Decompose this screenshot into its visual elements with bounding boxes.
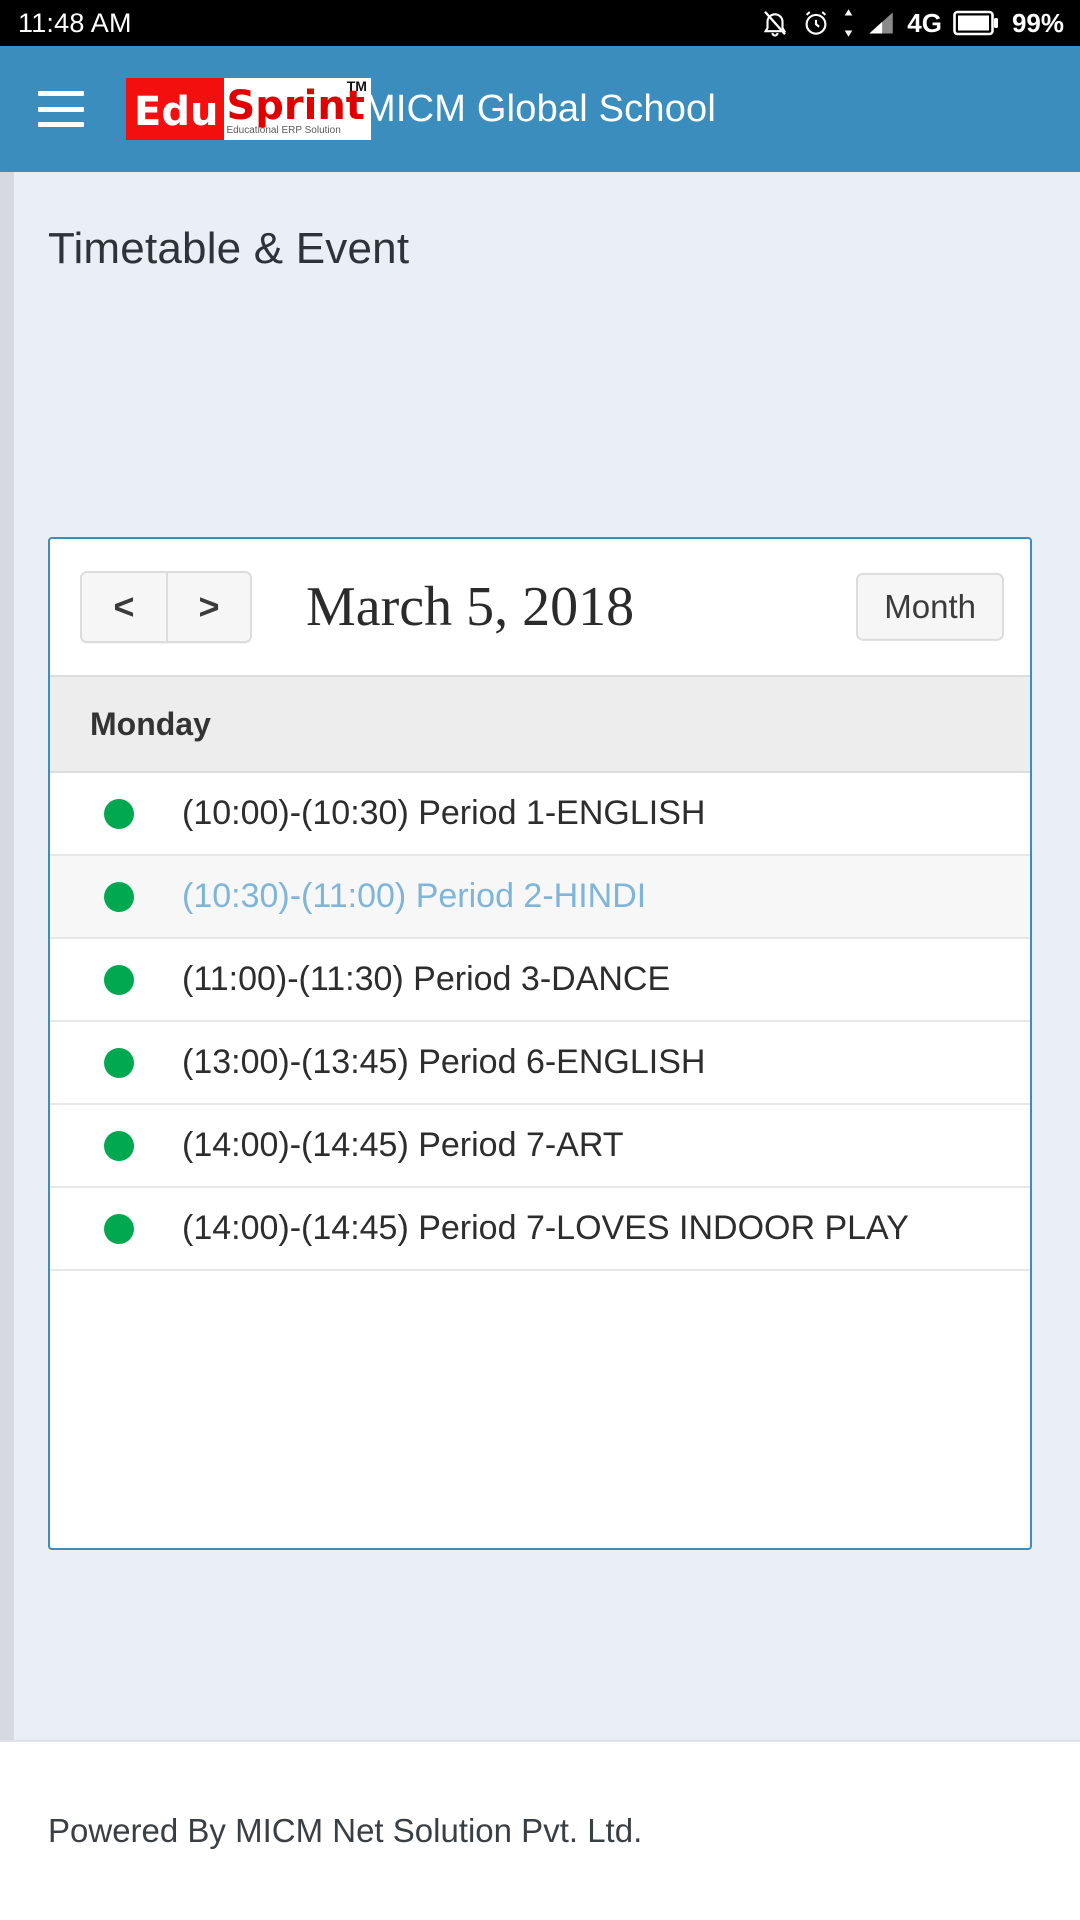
calendar-current-date: March 5, 2018	[306, 575, 634, 639]
footer-credit-text: Powered By MICM Net Solution Pvt. Ltd.	[48, 1812, 642, 1850]
event-label: (11:00)-(11:30) Period 3-DANCE	[182, 960, 670, 999]
network-type-label: 4G	[907, 10, 942, 36]
page-content: Timetable & Event < > March 5, 2018 Mont…	[0, 172, 1080, 1740]
list-item[interactable]: (11:00)-(11:30) Period 3-DANCE	[50, 939, 1030, 1022]
status-time: 11:48 AM	[18, 8, 132, 39]
alarm-clock-icon	[801, 7, 831, 39]
logo-text-sprint: Sprint	[226, 87, 364, 125]
page-title: Timetable & Event	[0, 172, 1080, 274]
list-item[interactable]: (14:00)-(14:45) Period 7-LOVES INDOOR PL…	[50, 1188, 1030, 1271]
calendar-day-header: Monday	[50, 675, 1030, 773]
logo-right-block: TM Sprint Educational ERP Solution	[224, 78, 370, 140]
event-status-dot-icon	[104, 1048, 134, 1078]
list-item[interactable]: (14:00)-(14:45) Period 7-ART	[50, 1105, 1030, 1188]
event-status-dot-icon	[104, 1131, 134, 1161]
event-status-dot-icon	[104, 1214, 134, 1244]
logo-tagline: Educational ERP Solution	[226, 126, 364, 136]
event-label: (13:00)-(13:45) Period 6-ENGLISH	[182, 1043, 705, 1082]
hamburger-menu-icon[interactable]	[38, 91, 84, 127]
calendar-card: < > March 5, 2018 Month Monday (10:00)-(…	[48, 537, 1032, 1550]
scrollbar-track[interactable]	[0, 172, 14, 1740]
logo-text-edu: Edu	[126, 78, 224, 140]
app-header: Edu TM Sprint Educational ERP Solution M…	[0, 46, 1080, 172]
status-bar: 11:48 AM	[0, 0, 1080, 46]
next-period-button[interactable]: >	[166, 573, 250, 641]
event-label: (14:00)-(14:45) Period 7-LOVES INDOOR PL…	[182, 1209, 909, 1248]
signal-bars-icon	[866, 9, 896, 37]
battery-percent-label: 99%	[1012, 10, 1064, 36]
month-view-button[interactable]: Month	[856, 573, 1004, 641]
event-label: (10:00)-(10:30) Period 1-ENGLISH	[182, 794, 705, 833]
event-label: (14:00)-(14:45) Period 7-ART	[182, 1126, 624, 1165]
calendar-toolbar: < > March 5, 2018 Month	[50, 539, 1030, 675]
event-status-dot-icon	[104, 882, 134, 912]
list-item[interactable]: (13:00)-(13:45) Period 6-ENGLISH	[50, 1022, 1030, 1105]
prev-period-button[interactable]: <	[82, 573, 166, 641]
page-footer: Powered By MICM Net Solution Pvt. Ltd.	[0, 1740, 1080, 1920]
app-screen: 11:48 AM	[0, 0, 1080, 1920]
logo-trademark: TM	[347, 79, 367, 93]
data-transfer-icon	[842, 8, 855, 38]
event-status-dot-icon	[104, 799, 134, 829]
bell-muted-icon	[760, 7, 790, 39]
battery-icon	[953, 9, 999, 37]
event-status-dot-icon	[104, 965, 134, 995]
calendar-nav-group: < >	[80, 571, 252, 643]
edusprint-logo: Edu TM Sprint Educational ERP Solution	[126, 78, 371, 140]
list-item[interactable]: (10:30)-(11:00) Period 2-HINDI	[50, 856, 1030, 939]
event-list: (10:00)-(10:30) Period 1-ENGLISH (10:30)…	[50, 773, 1030, 1548]
list-item[interactable]: (10:00)-(10:30) Period 1-ENGLISH	[50, 773, 1030, 856]
event-label: (10:30)-(11:00) Period 2-HINDI	[182, 877, 646, 916]
status-icons: 4G 99%	[760, 7, 1064, 39]
